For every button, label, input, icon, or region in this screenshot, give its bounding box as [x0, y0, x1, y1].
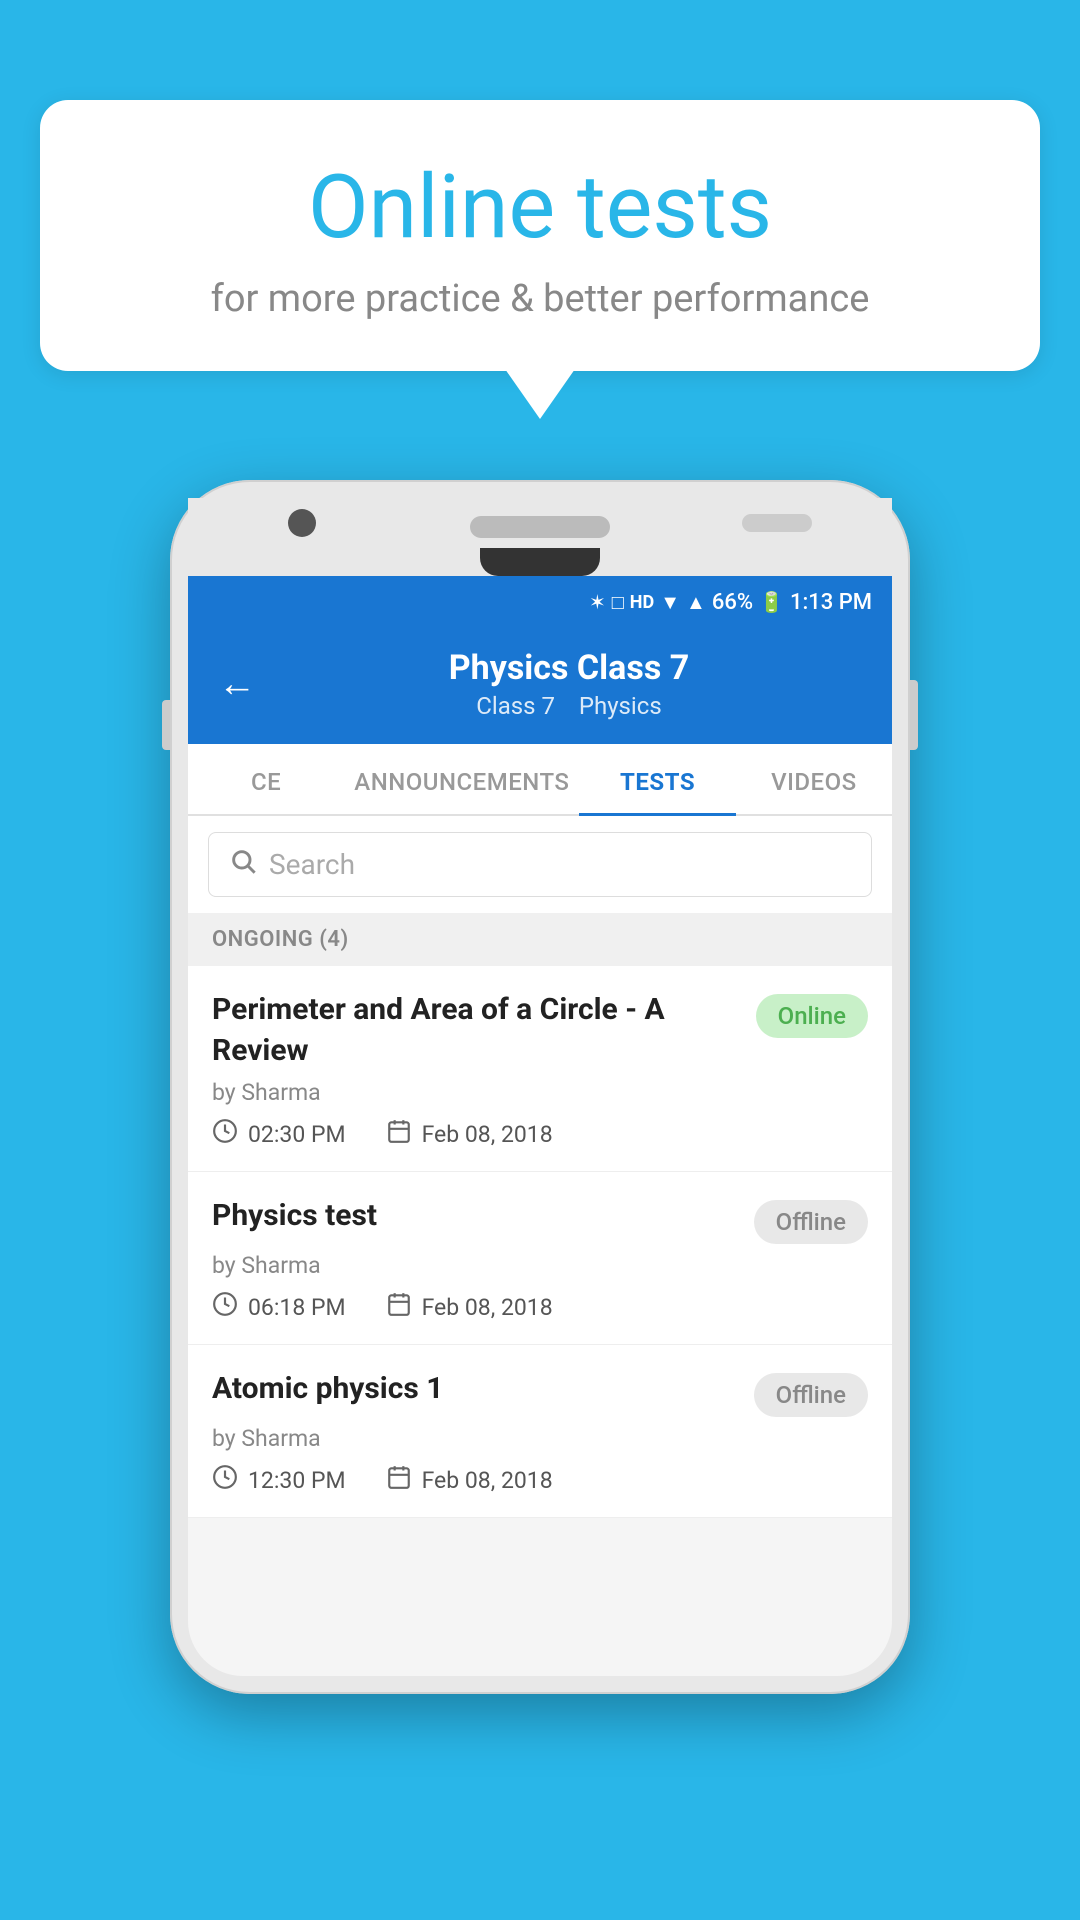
sensor [742, 514, 812, 532]
front-camera [288, 509, 316, 537]
battery-text: 66% [712, 590, 753, 615]
phone-outer: ✶ □ HD ▼ ▲ 66% 🔋 1:13 PM ← Physics Class… [170, 480, 910, 1694]
tab-announcements[interactable]: ANNOUNCEMENTS [344, 744, 579, 814]
app-bar-title-section: Physics Class 7 Class 7 Physics [276, 648, 862, 720]
test-author: by Sharma [212, 1425, 868, 1452]
test-author: by Sharma [212, 1252, 868, 1279]
bubble-tail [505, 369, 575, 419]
signal-icon: ▲ [686, 590, 706, 615]
status-badge: Offline [754, 1373, 868, 1417]
calendar-icon [386, 1464, 412, 1497]
phone-top-bar [188, 498, 892, 548]
battery-icon: 🔋 [759, 590, 784, 614]
test-title: Physics test [212, 1196, 738, 1237]
clock-icon [212, 1118, 238, 1151]
app-bar: ← Physics Class 7 Class 7 Physics [188, 628, 892, 744]
test-date: Feb 08, 2018 [386, 1118, 553, 1151]
status-badge: Offline [754, 1200, 868, 1244]
test-date: Feb 08, 2018 [386, 1291, 553, 1324]
test-time: 12:30 PM [212, 1464, 346, 1497]
tabs-bar: CE ANNOUNCEMENTS TESTS VIDEOS [188, 744, 892, 816]
promo-section: Online tests for more practice & better … [40, 100, 1040, 419]
test-date: Feb 08, 2018 [386, 1464, 553, 1497]
search-icon [229, 847, 257, 882]
tab-ce[interactable]: CE [188, 744, 344, 814]
phone-mockup: ✶ □ HD ▼ ▲ 66% 🔋 1:13 PM ← Physics Class… [170, 480, 910, 1694]
search-container: Search [188, 816, 892, 913]
power-button [910, 680, 918, 750]
volume-button [162, 700, 170, 750]
test-time: 06:18 PM [212, 1291, 346, 1324]
time-value: 12:30 PM [248, 1467, 346, 1494]
app-bar-subtitle: Class 7 Physics [276, 692, 862, 720]
time-display: 1:13 PM [790, 590, 872, 615]
bubble-subtitle: for more practice & better performance [120, 277, 960, 321]
bubble-title: Online tests [120, 160, 960, 257]
date-value: Feb 08, 2018 [422, 1294, 553, 1321]
tab-tests[interactable]: TESTS [579, 744, 735, 814]
tab-videos[interactable]: VIDEOS [736, 744, 892, 814]
status-badge: Online [756, 994, 868, 1038]
wifi-icon: ▼ [660, 590, 680, 615]
subtitle-class: Class 7 [476, 692, 555, 720]
test-item-header: Atomic physics 1 Offline [212, 1369, 868, 1417]
test-title: Atomic physics 1 [212, 1369, 738, 1410]
back-button[interactable]: ← [218, 662, 256, 706]
search-placeholder: Search [269, 848, 355, 881]
app-bar-title: Physics Class 7 [276, 648, 862, 688]
calendar-icon [386, 1118, 412, 1151]
test-item-header: Perimeter and Area of a Circle - A Revie… [212, 990, 868, 1071]
test-item-header: Physics test Offline [212, 1196, 868, 1244]
subtitle-subject: Physics [579, 692, 662, 720]
search-bar[interactable]: Search [208, 832, 872, 897]
test-item[interactable]: Atomic physics 1 Offline by Sharma 12:30… [188, 1345, 892, 1518]
test-time: 02:30 PM [212, 1118, 346, 1151]
speech-bubble: Online tests for more practice & better … [40, 100, 1040, 371]
date-value: Feb 08, 2018 [422, 1467, 553, 1494]
status-icons: ✶ □ HD ▼ ▲ 66% 🔋 1:13 PM [589, 590, 872, 615]
calendar-icon [386, 1291, 412, 1324]
hd-icon: HD [630, 592, 654, 613]
status-bar: ✶ □ HD ▼ ▲ 66% 🔋 1:13 PM [188, 576, 892, 628]
time-value: 06:18 PM [248, 1294, 346, 1321]
test-meta: 02:30 PM Feb 08, 2018 [212, 1118, 868, 1151]
clock-icon [212, 1291, 238, 1324]
section-ongoing: ONGOING (4) [188, 913, 892, 966]
test-author: by Sharma [212, 1079, 868, 1106]
test-meta: 06:18 PM Feb 08, 2018 [212, 1291, 868, 1324]
test-item[interactable]: Physics test Offline by Sharma 06:18 PM [188, 1172, 892, 1345]
clock-icon [212, 1464, 238, 1497]
test-meta: 12:30 PM Feb 08, 2018 [212, 1464, 868, 1497]
speaker [470, 516, 610, 538]
test-item[interactable]: Perimeter and Area of a Circle - A Revie… [188, 966, 892, 1172]
test-title: Perimeter and Area of a Circle - A Revie… [212, 990, 740, 1071]
bluetooth-icon: ✶ [589, 590, 606, 614]
date-value: Feb 08, 2018 [422, 1121, 553, 1148]
vibrate-icon: □ [612, 590, 624, 615]
phone-screen: ✶ □ HD ▼ ▲ 66% 🔋 1:13 PM ← Physics Class… [188, 576, 892, 1676]
time-value: 02:30 PM [248, 1121, 346, 1148]
phone-notch [480, 548, 600, 576]
